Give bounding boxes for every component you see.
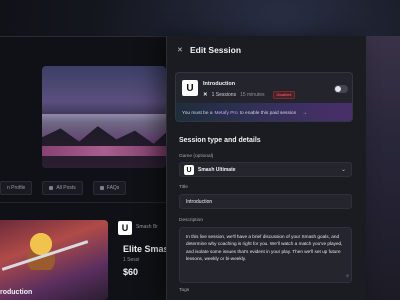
grid-icon bbox=[49, 186, 54, 190]
sessions-icon: ✕ bbox=[203, 92, 208, 98]
game-logo: U bbox=[184, 165, 194, 175]
pro-upgrade-banner[interactable]: You must be a Metafy Pro to enable this … bbox=[176, 103, 352, 121]
right-edge-background bbox=[366, 36, 400, 300]
resize-handle-icon[interactable]: ≡ bbox=[343, 273, 350, 280]
drawer-header: ✕ Edit Session bbox=[167, 36, 366, 66]
service-card: U Introduction ✕ 1 Sessions 15 minutes D… bbox=[175, 72, 353, 122]
description-textarea[interactable]: In this live session, we'll have a brief… bbox=[179, 227, 352, 283]
banner-prefix: You must be a bbox=[182, 110, 213, 116]
game-logo: U bbox=[182, 80, 198, 96]
chevron-down-icon: ⌄ bbox=[340, 167, 346, 173]
game-select-value: Smash Ultimate bbox=[198, 167, 236, 173]
profile-hero-image bbox=[42, 66, 166, 168]
description-text: In this live session, we'll have a brief… bbox=[186, 234, 343, 262]
game-logo: U bbox=[118, 221, 132, 235]
section-title: Session type and details bbox=[179, 137, 261, 144]
game-name: Smash Br bbox=[136, 224, 158, 230]
game-select[interactable]: U Smash Ultimate ⌄ bbox=[179, 162, 352, 177]
arrow-right-icon[interactable]: → bbox=[302, 110, 307, 116]
service-card-meta: 1 Sessi bbox=[123, 257, 140, 263]
tab-faqs[interactable]: FAQs bbox=[92, 181, 127, 195]
close-icon[interactable]: ✕ bbox=[177, 47, 183, 54]
edit-session-drawer: ✕ Edit Session U Introduction ✕ 1 Sessio… bbox=[166, 36, 366, 300]
status-badge: Disabled bbox=[272, 91, 296, 99]
drawer-title: Edit Session bbox=[190, 45, 242, 55]
service-name: Introduction bbox=[203, 81, 236, 87]
title-field-label: Title bbox=[179, 185, 188, 190]
title-input[interactable]: Introduction bbox=[179, 194, 352, 209]
session-card-title: roduction bbox=[0, 289, 33, 296]
divider bbox=[0, 202, 170, 203]
game-field-label: Game (optional) bbox=[179, 154, 214, 159]
tab-label: FAQs bbox=[106, 185, 120, 191]
tab-label: n Profile bbox=[7, 185, 26, 191]
tab-label: All Posts bbox=[56, 185, 76, 191]
metafy-pro-link[interactable]: Metafy Pro bbox=[215, 111, 238, 116]
banner-suffix: to enable this paid session bbox=[239, 110, 297, 116]
tab-all-posts[interactable]: All Posts bbox=[42, 181, 83, 195]
service-card-price: $60 bbox=[123, 267, 139, 277]
service-meta: ✕ 1 Sessions 15 minutes Disabled bbox=[203, 91, 296, 99]
profile-tabs: n Profile All Posts FAQs bbox=[0, 181, 127, 195]
tags-field-label: Tags bbox=[179, 288, 190, 293]
session-duration: 15 minutes bbox=[240, 92, 265, 98]
help-icon bbox=[99, 186, 104, 190]
game-art-image bbox=[0, 220, 108, 300]
description-field-label: Description bbox=[179, 218, 203, 223]
sessions-count: 1 Sessions bbox=[211, 92, 237, 98]
enable-toggle[interactable] bbox=[334, 85, 348, 93]
toggle-knob bbox=[335, 86, 341, 92]
tab-profile[interactable]: n Profile bbox=[0, 181, 33, 195]
